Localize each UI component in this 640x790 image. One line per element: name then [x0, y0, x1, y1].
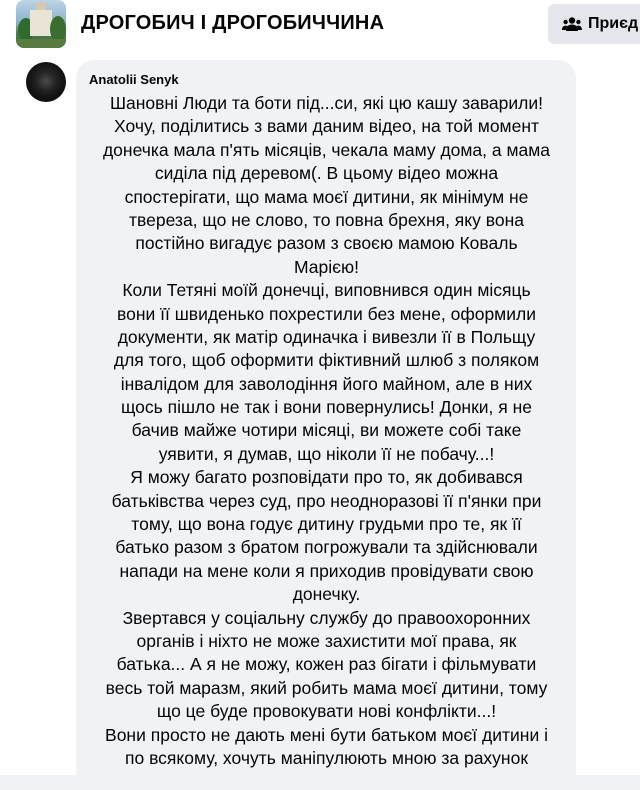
comment-text-line: вони її швиденько похрестили без мене, о…	[117, 303, 536, 324]
comment-text-line: документи, як матір одиначка і вивезли ї…	[117, 326, 536, 347]
comment-bubble: Anatolii Senyk Шановні Люди та боти під.…	[76, 60, 576, 790]
comment-text-line: по всякому, хочуть маніпулюють мною за р…	[125, 747, 528, 768]
group-title[interactable]: ДРОГОБИЧ І ДРОГОБИЧЧИНА	[81, 12, 384, 35]
group-thumbnail[interactable]	[16, 0, 66, 48]
comment-text-line: донечку.	[292, 584, 361, 605]
comment-text-line: Марією!	[293, 256, 360, 277]
comment-text-line: весь той маразм, який робить мама моєї д…	[105, 677, 548, 698]
comment-text: Шановні Люди та боти під...си, які цю ка…	[89, 92, 564, 770]
comment-text-line: батька... А я не можу, кожен раз бігати …	[116, 654, 537, 675]
comment-text-line: уявити, я думав, що ніколи її не побачу.…	[158, 443, 495, 464]
comment-text-line: тому, що вона годує дитину грудьми про т…	[131, 514, 522, 535]
join-button-label: Приєд	[588, 15, 639, 32]
user-avatar[interactable]	[26, 62, 66, 102]
comment-text-line: батьківства через суд, про неодноразові …	[111, 490, 542, 511]
comment-text-line: батько разом з братом погрожували та зді…	[115, 537, 538, 558]
comment-text-line: Хочу, поділитись з вами даним відео, на …	[114, 116, 539, 137]
comment-text-line: що це буде провокувати нові конфлікти...…	[156, 701, 497, 722]
comment-text-line: Шановні Люди та боти під...си, які цю ка…	[109, 93, 544, 113]
comment-text-line: постійно вигадує разом з своєю мамою Ков…	[135, 233, 518, 254]
thumbnail-building	[30, 2, 52, 36]
comment-text-line: сиділа під деревом(. В цьому відео можна	[154, 163, 499, 184]
comment-text-line: Вони просто не дають мені бути батьком м…	[105, 724, 548, 745]
group-header: ДРОГОБИЧ І ДРОГОБИЧЧИНА Приєд	[0, 0, 640, 53]
comment-text-line: донечка мала п'ять місяців, чекала маму …	[102, 139, 551, 160]
comment-text-line: Я можу багато розповідати про то, як доб…	[130, 467, 523, 488]
comment-text-line: щось пішло не так і вони повернулись! До…	[120, 397, 532, 418]
comment-text-line: Коли Тетяні моїй донечці, виповнився оди…	[122, 280, 531, 301]
group-people-icon	[562, 17, 582, 31]
thumbnail-ground	[16, 39, 66, 48]
comment-text-line: твереза, що не слово, то повна брехня, я…	[129, 209, 524, 230]
comment-author[interactable]: Anatolii Senyk	[89, 71, 564, 89]
comment-text-line: для того, щоб оформити фіктивний шлюб з …	[113, 350, 540, 371]
comment-text-line: бачив майже чотири місяці, ви можете соб…	[131, 420, 522, 441]
join-group-button[interactable]: Приєд	[548, 4, 640, 44]
comment-text-line: інвалідом для заволодіння його майном, а…	[120, 373, 533, 394]
comment-text-line: Звертався у соціальну службу до правоохо…	[122, 607, 531, 628]
comment-text-line: спостерігати, що мама моєї дитини, як мі…	[124, 186, 529, 207]
comment-text-line: напади на мене коли я приходив провідува…	[119, 560, 534, 581]
comment-text-line: органів і ніхто не може захистити мої пр…	[136, 630, 517, 651]
